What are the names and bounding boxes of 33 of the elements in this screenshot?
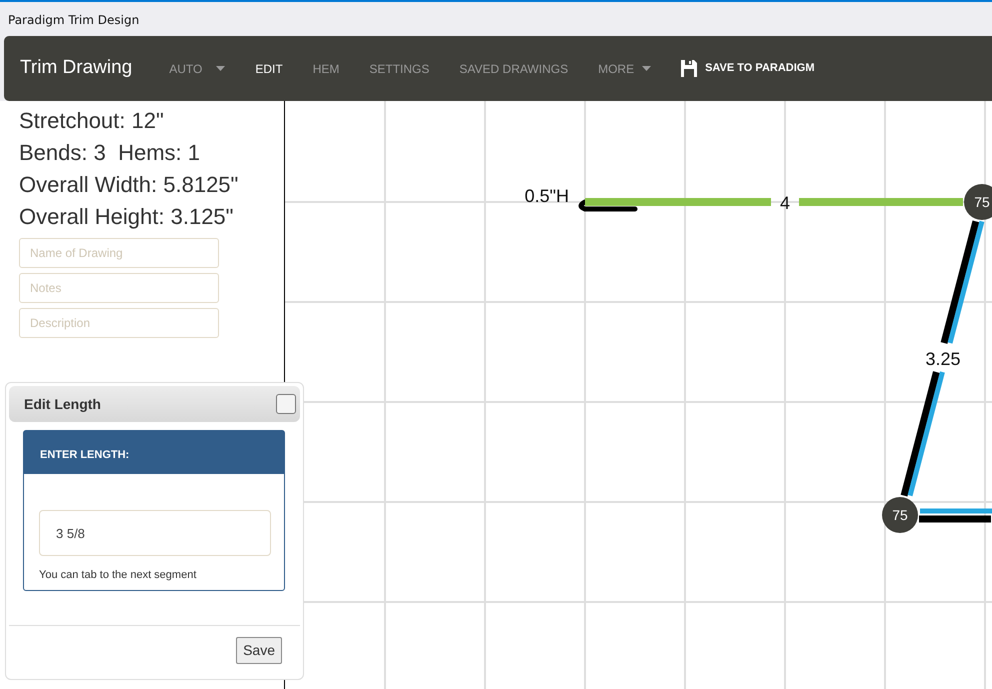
angle-node[interactable]: 75: [882, 497, 918, 533]
checkbox[interactable]: [276, 394, 296, 414]
dropdown-menu-button[interactable]: AUTO: [154, 60, 240, 78]
trim-segment[interactable]: [919, 508, 992, 522]
text-field[interactable]: Notes: [19, 273, 219, 303]
save-button[interactable]: Save: [236, 637, 282, 664]
dropdown-menu-button[interactable]: MORE: [583, 60, 666, 78]
text-field[interactable]: Name of Drawing: [19, 238, 219, 268]
panel-header: ENTER LENGTH:: [24, 431, 284, 474]
summary-text: Stretchout: 12": [19, 107, 165, 135]
nav-tab[interactable]: SETTINGS: [354, 60, 444, 78]
window-title: Paradigm Trim Design: [8, 13, 140, 27]
hem-line: [578, 200, 638, 212]
length-label: 4: [780, 193, 790, 213]
save-button[interactable]: SAVE TO PARADIGM: [666, 60, 830, 77]
caret-icon: [216, 66, 226, 71]
text-field[interactable]: Description: [19, 308, 219, 338]
caret-icon: [642, 66, 652, 71]
dialog-title: Edit Length: [24, 394, 101, 414]
length-label: 3.25: [925, 349, 961, 369]
summary-text: Overall Width: 5.8125": [19, 171, 240, 199]
summary-text: Bends: 3 Hems: 1: [19, 139, 201, 167]
nav-tab[interactable]: HEM: [298, 60, 354, 78]
trim-segment[interactable]: 3.25: [900, 220, 984, 497]
nav-tab[interactable]: SAVED DRAWINGS: [444, 60, 584, 78]
length-field[interactable]: 3 5/8: [39, 510, 271, 556]
hem-label: 0.5"H: [524, 186, 569, 206]
angle-node[interactable]: 75: [964, 184, 992, 220]
nav-tab[interactable]: EDIT: [240, 60, 298, 78]
hint-text: You can tab to the next segment: [39, 568, 198, 583]
summary-text: Overall Height: 3.125": [19, 203, 234, 231]
trim-segment[interactable]: 4: [585, 193, 963, 213]
brand-title[interactable]: Trim Drawing: [20, 54, 132, 83]
